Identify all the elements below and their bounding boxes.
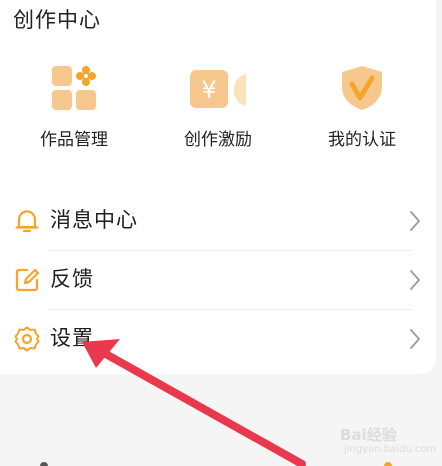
menu-item-label: 设置: [50, 326, 94, 350]
gear-icon: [14, 326, 40, 352]
watermark-url: jingyan.baidu.com: [344, 444, 437, 455]
chevron-right-icon: [410, 270, 420, 290]
chevron-right-icon: [410, 211, 420, 231]
svg-text:¥: ¥: [201, 76, 216, 104]
verified-shield-icon: [342, 66, 382, 110]
works-grid-icon: [52, 66, 96, 110]
menu-item-label: 消息中心: [50, 208, 138, 232]
tile-works-management[interactable]: 作品管理: [14, 60, 134, 160]
menu-item-label: 反馈: [50, 267, 94, 291]
tile-label: 我的认证: [328, 130, 396, 150]
creation-center-card: 创作中心 作品管理 ¥ 创作激励 我的认证 消息中心 反馈 设置: [0, 0, 436, 374]
tile-my-verification[interactable]: 我的认证: [302, 60, 422, 160]
tile-label: 创作激励: [184, 130, 252, 150]
watermark: Bai经验 jingyan.baidu.com: [334, 422, 437, 460]
tile-label: 作品管理: [40, 130, 108, 150]
bell-icon: [15, 210, 39, 233]
edit-icon: [15, 268, 40, 292]
chevron-right-icon: [410, 329, 420, 349]
tab-indicator-active: [384, 462, 392, 466]
section-title: 创作中心: [13, 8, 101, 32]
watermark-text: Bai经验: [340, 426, 397, 444]
menu-item-message-center[interactable]: 消息中心: [0, 192, 436, 250]
menu-item-settings[interactable]: 设置: [0, 310, 436, 368]
creation-tiles: 作品管理 ¥ 创作激励 我的认证: [0, 60, 436, 160]
menu-item-feedback[interactable]: 反馈: [0, 251, 436, 309]
yuan-coin-icon: ¥: [190, 70, 246, 108]
tile-creation-incentive[interactable]: ¥ 创作激励: [158, 60, 278, 160]
tab-indicator: [40, 462, 48, 466]
